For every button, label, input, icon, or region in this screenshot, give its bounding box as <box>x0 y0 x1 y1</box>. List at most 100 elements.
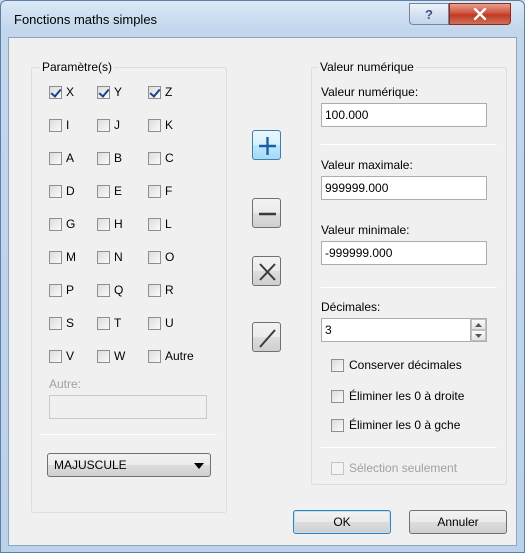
decimales-spinner[interactable] <box>471 318 487 342</box>
param-label: P <box>66 283 75 297</box>
parametres-legend: Paramètre(s) <box>40 60 115 74</box>
valeur-separator-3 <box>321 447 497 448</box>
decimales-input[interactable]: 3 <box>321 318 471 342</box>
param-label: B <box>114 151 123 165</box>
param-checkbox[interactable] <box>148 284 161 297</box>
param-label: N <box>114 250 123 264</box>
max-input[interactable]: 999999.000 <box>321 176 487 200</box>
param-checkbox[interactable] <box>97 119 110 132</box>
param-label: H <box>114 217 123 231</box>
add-button[interactable] <box>252 130 281 160</box>
conserver-decimales-label: Conserver décimales <box>349 358 462 372</box>
param-checkbox[interactable] <box>148 119 161 132</box>
spin-up-arrow-icon[interactable] <box>471 319 486 330</box>
param-label: Q <box>114 283 124 297</box>
param-label: W <box>114 349 126 363</box>
min-label: Valeur minimale: <box>321 223 410 237</box>
valeur-input[interactable]: 100.000 <box>321 103 487 127</box>
param-checkbox[interactable] <box>148 86 161 99</box>
param-label: C <box>165 151 174 165</box>
param-checkbox[interactable] <box>49 152 62 165</box>
param-label: S <box>66 316 75 330</box>
param-label: U <box>165 316 174 330</box>
param-label: I <box>66 118 70 132</box>
subtract-button[interactable] <box>252 198 281 228</box>
title-bar: Fonctions maths simples ? <box>1 1 524 37</box>
param-label: Autre <box>165 349 194 363</box>
param-checkbox[interactable] <box>148 251 161 264</box>
autre-input[interactable] <box>49 395 207 419</box>
param-checkbox[interactable] <box>49 350 62 363</box>
dialog-window: Fonctions maths simples ? Paramètre(s) X… <box>0 0 525 553</box>
param-label: T <box>114 316 122 330</box>
eliminer-droite-checkbox[interactable] <box>331 390 344 403</box>
divide-icon <box>259 329 276 348</box>
valeur-label: Valeur numérique: <box>321 85 419 99</box>
spin-down-arrow-icon[interactable] <box>471 330 486 341</box>
valeur-legend: Valeur numérique <box>318 60 416 74</box>
param-checkbox[interactable] <box>148 152 161 165</box>
param-label: J <box>114 118 120 132</box>
left-separator <box>41 434 217 435</box>
param-label: Z <box>165 85 173 99</box>
ok-button[interactable]: OK <box>293 510 391 534</box>
param-checkbox[interactable] <box>97 185 110 198</box>
autre-label: Autre: <box>49 377 82 391</box>
minus-icon <box>259 212 276 216</box>
param-checkbox[interactable] <box>97 218 110 231</box>
param-label: M <box>66 250 76 264</box>
param-label: Y <box>114 85 123 99</box>
param-checkbox[interactable] <box>97 317 110 330</box>
case-select[interactable]: MAJUSCULE <box>47 453 211 477</box>
selection-seulement-label: Sélection seulement <box>349 461 458 475</box>
close-icon <box>473 8 487 20</box>
param-label: E <box>114 184 123 198</box>
cancel-button[interactable]: Annuler <box>409 510 507 534</box>
param-label: O <box>165 250 175 264</box>
param-label: R <box>165 283 174 297</box>
close-button[interactable] <box>449 3 511 25</box>
param-checkbox[interactable] <box>148 218 161 231</box>
param-label: K <box>165 118 174 132</box>
param-label: F <box>165 184 173 198</box>
param-checkbox[interactable] <box>49 86 62 99</box>
param-checkbox[interactable] <box>97 251 110 264</box>
param-checkbox[interactable] <box>97 86 110 99</box>
param-checkbox[interactable] <box>49 218 62 231</box>
param-checkbox[interactable] <box>49 185 62 198</box>
param-checkbox[interactable] <box>148 185 161 198</box>
eliminer-droite-label: Éliminer les 0 à droite <box>349 389 465 403</box>
param-checkbox[interactable] <box>97 284 110 297</box>
multiply-button[interactable] <box>252 256 281 286</box>
eliminer-gauche-label: Éliminer les 0 à gche <box>349 418 461 432</box>
param-checkbox[interactable] <box>49 284 62 297</box>
decimales-label: Décimales: <box>321 300 381 314</box>
param-checkbox[interactable] <box>97 152 110 165</box>
param-label: L <box>165 217 172 231</box>
window-title: Fonctions maths simples <box>14 12 158 27</box>
divide-button[interactable] <box>252 322 281 352</box>
selection-seulement-checkbox[interactable] <box>331 462 344 475</box>
help-icon: ? <box>425 6 433 22</box>
min-input[interactable]: -999999.000 <box>321 241 487 265</box>
chevron-down-icon <box>194 463 204 469</box>
param-label: V <box>66 349 75 363</box>
case-select-value: MAJUSCULE <box>54 458 127 472</box>
param-checkbox[interactable] <box>49 119 62 132</box>
conserver-decimales-checkbox[interactable] <box>331 359 344 372</box>
param-label: A <box>66 151 75 165</box>
param-checkbox[interactable] <box>49 317 62 330</box>
valeur-separator-1 <box>321 144 497 145</box>
param-label: G <box>66 217 76 231</box>
param-checkbox[interactable] <box>49 251 62 264</box>
valeur-separator-2 <box>321 287 497 288</box>
eliminer-gauche-checkbox[interactable] <box>331 419 344 432</box>
param-checkbox[interactable] <box>148 350 161 363</box>
param-checkbox[interactable] <box>148 317 161 330</box>
help-button[interactable]: ? <box>409 3 449 25</box>
max-label: Valeur maximale: <box>321 158 413 172</box>
dialog-client-area: Paramètre(s) X Y Z I J K A B C D E F G H L M N O P Q R S T U V W A… <box>8 37 517 546</box>
param-checkbox[interactable] <box>97 350 110 363</box>
plus-icon <box>259 137 276 155</box>
param-label: D <box>66 184 75 198</box>
